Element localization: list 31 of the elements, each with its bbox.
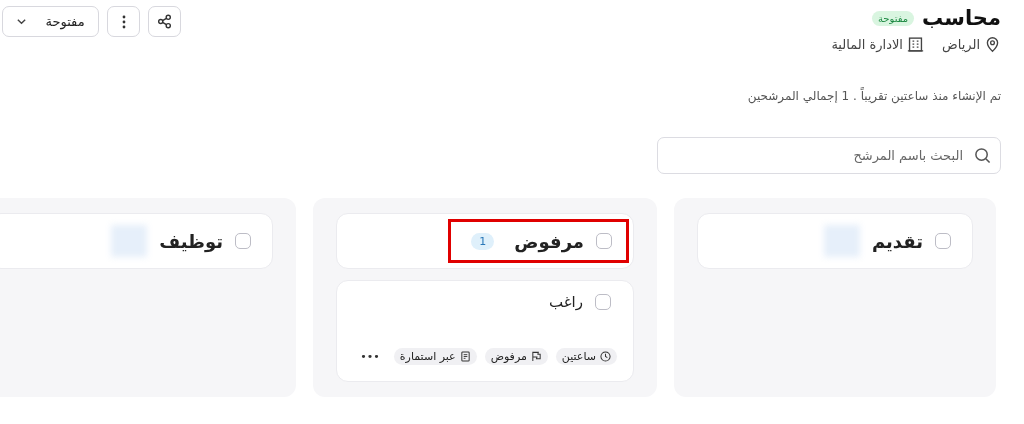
job-title: محاسب <box>922 6 1001 30</box>
job-summary: تم الإنشاء منذ ساعتين تقريباً . 1 إجمالي المرشحين <box>746 89 1001 103</box>
job-department: الادارة المالية <box>831 37 903 52</box>
more-options-button[interactable] <box>107 6 140 37</box>
checkbox[interactable] <box>235 233 251 249</box>
checkbox[interactable] <box>596 233 612 249</box>
tag: ساعتين <box>555 348 617 365</box>
checkbox[interactable] <box>935 233 951 249</box>
chevron-down-icon <box>16 16 28 27</box>
flag-icon <box>530 351 542 362</box>
job-location: الرياض <box>941 37 980 52</box>
column-title: مرفوض <box>514 230 584 252</box>
checkbox[interactable] <box>595 294 611 310</box>
clock-icon <box>600 351 611 362</box>
candidate-name: راغب <box>549 293 583 311</box>
candidate-card[interactable]: راغب ساعتين مرفوض عبر استمارة ••• <box>336 280 634 382</box>
more-button[interactable]: ••• <box>360 350 380 363</box>
search-field[interactable]: البحث باسم المرشح <box>657 137 1001 174</box>
tag: عبر استمارة <box>393 348 477 365</box>
share-button[interactable] <box>148 6 181 37</box>
tag: مرفوض <box>484 348 548 365</box>
form-icon <box>459 351 471 362</box>
building-icon <box>906 36 924 53</box>
vertical-dots-icon <box>121 14 126 29</box>
share-icon <box>157 14 172 29</box>
column-title: توظيف <box>159 230 223 252</box>
location-pin-icon <box>984 36 1001 53</box>
column-title: تقديم <box>872 230 923 252</box>
status-badge: مفتوحة <box>871 10 915 26</box>
status-dropdown[interactable]: مفتوحة <box>2 6 99 37</box>
count-badge: 1 <box>471 232 495 250</box>
